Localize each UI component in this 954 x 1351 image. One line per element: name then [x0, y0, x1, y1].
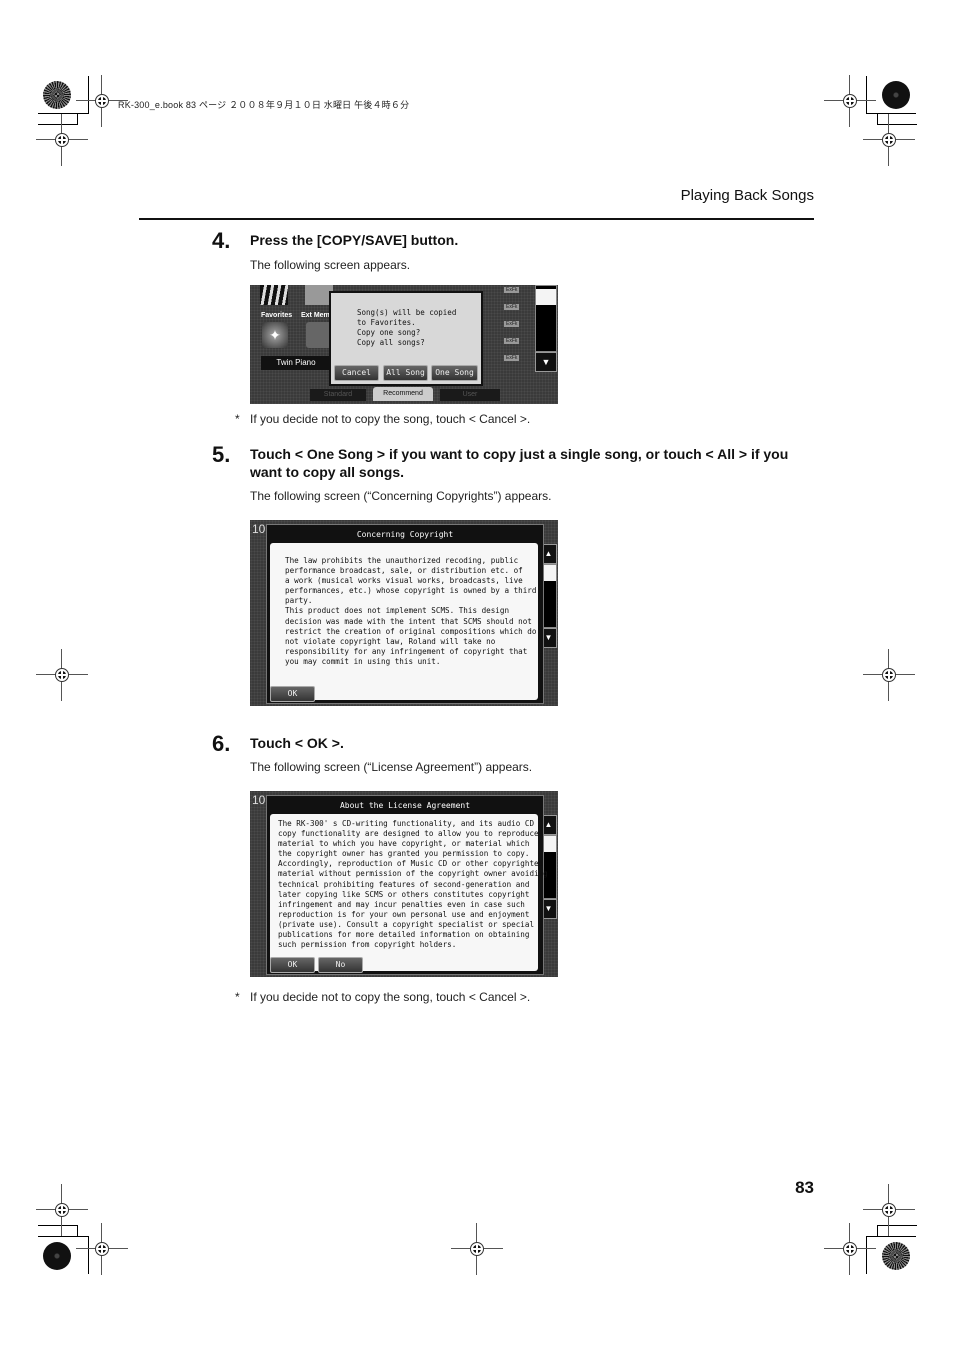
note-text: If you decide not to copy the song, touc…	[250, 990, 531, 1004]
registration-mark-icon	[36, 649, 88, 701]
note-marker: *	[235, 990, 240, 1004]
dialog-line: to Favorites.	[357, 318, 416, 327]
side-badge: ExFk	[504, 304, 520, 310]
screenshot-copy-dialog: Favorites Ext Memo ✦ Twin Piano ExFk ExF…	[250, 285, 558, 404]
crop-line	[38, 124, 78, 125]
dialog-body: The RK-300' s CD-writing functionality, …	[270, 814, 548, 971]
ok-button[interactable]: OK	[270, 957, 315, 973]
piano-thumbnail	[260, 285, 288, 305]
one-song-button[interactable]: One Song	[431, 365, 478, 381]
crop-line	[866, 1236, 867, 1274]
step-body: The following screen appears.	[250, 258, 411, 272]
license-dialog: About the License Agreement The RK-300' …	[266, 795, 548, 975]
category-label: Favorites	[261, 312, 293, 319]
step-number: 4.	[212, 228, 231, 253]
side-badge: ExFk	[504, 355, 520, 361]
registration-mark-icon	[863, 1184, 915, 1236]
crop-line	[38, 1225, 78, 1226]
screenshot-license-dialog: 10 ▲ ▼ About the License Agreement The R…	[250, 791, 558, 977]
header-rule	[139, 218, 814, 220]
registration-mark-icon	[863, 649, 915, 701]
tone-name: Twin Piano	[261, 356, 331, 370]
step-body: The following screen (“License Agreement…	[250, 760, 533, 774]
crop-line	[866, 1236, 916, 1237]
registration-disc-bottom-right	[882, 1242, 910, 1270]
side-badge: ExFk	[504, 287, 520, 293]
step-title: Touch < One Song > if you want to copy j…	[250, 446, 789, 480]
crop-line	[88, 76, 89, 114]
screenshot-copyright-dialog: 10 ▲ ▼ Concerning Copyright The law proh…	[250, 520, 558, 706]
note: * If you decide not to copy the song, tou…	[235, 412, 530, 426]
favorites-icon[interactable]: ✦	[262, 322, 288, 348]
dialog-text: The RK-300' s CD-writing functionality, …	[278, 819, 548, 950]
dialog-line: Copy all songs?	[357, 338, 425, 347]
registration-disc-top-left	[43, 81, 71, 109]
registration-mark-icon	[76, 75, 128, 127]
scrollbar-thumb[interactable]	[536, 289, 556, 305]
screen-top-fragment: 10	[252, 793, 266, 807]
crop-line	[38, 113, 88, 114]
crop-line	[866, 113, 916, 114]
dialog-line: Song(s) will be copied	[357, 308, 457, 317]
cancel-button[interactable]: Cancel	[334, 365, 379, 381]
dialog-body: The law prohibits the unauthorized recod…	[270, 543, 538, 700]
registration-mark-icon	[451, 1223, 503, 1275]
dialog-title: About the License Agreement	[339, 801, 471, 810]
tab-standard[interactable]: Standard	[310, 389, 366, 401]
crop-line	[38, 1236, 88, 1237]
step-number: 6.	[212, 731, 231, 756]
side-badge: ExFk	[504, 321, 520, 327]
running-head: Playing Back Songs	[680, 187, 814, 204]
all-song-button[interactable]: All Song	[383, 365, 428, 381]
registration-disc-bottom-left	[43, 1242, 71, 1270]
dialog-line: Copy one song?	[357, 328, 421, 337]
scroll-down-button[interactable]: ▼	[535, 352, 557, 372]
note: * If you decide not to copy the song, tou…	[235, 990, 530, 1004]
registration-mark-icon	[863, 114, 915, 166]
note-text: If you decide not to copy the song, touc…	[250, 412, 531, 426]
step-body: The following screen (“Concerning Copyri…	[250, 489, 552, 503]
registration-mark-icon	[36, 114, 88, 166]
ok-button[interactable]: OK	[270, 686, 315, 702]
registration-mark-icon	[824, 75, 876, 127]
step-title: Press the [COPY/SAVE] button.	[250, 232, 459, 248]
crop-line	[877, 1225, 917, 1226]
scrollbar[interactable]	[535, 285, 557, 352]
crop-line	[877, 124, 917, 125]
note-marker: *	[235, 412, 240, 426]
step-number: 5.	[212, 442, 231, 467]
step-title: Touch < OK >.	[250, 735, 344, 751]
dialog-title: Concerning Copyright	[356, 530, 454, 539]
registration-disc-top-right	[882, 81, 910, 109]
dialog-message: Song(s) will be copied to Favorites. Cop…	[357, 308, 456, 348]
screen-top-fragment: 10	[252, 522, 266, 536]
registration-mark-icon	[824, 1223, 876, 1275]
side-badge: ExFk	[504, 338, 520, 344]
dialog-text: The law prohibits the unauthorized recod…	[285, 556, 537, 666]
registration-mark-icon	[36, 1184, 88, 1236]
tab-recommend[interactable]: Recommend	[373, 387, 433, 401]
no-button[interactable]: No	[318, 957, 363, 973]
crop-line	[88, 1236, 89, 1274]
registration-mark-icon	[76, 1223, 128, 1275]
tab-user[interactable]: User	[440, 389, 500, 401]
copy-dialog: Song(s) will be copied to Favorites. Cop…	[329, 291, 483, 386]
copyright-dialog: Concerning Copyright The law prohibits t…	[266, 524, 544, 704]
page-number: 83	[795, 1178, 814, 1197]
print-metadata: RK-300_e.book 83 ページ ２００８年９月１０日 水曜日 午後４時…	[118, 100, 410, 110]
crop-line	[866, 76, 867, 114]
